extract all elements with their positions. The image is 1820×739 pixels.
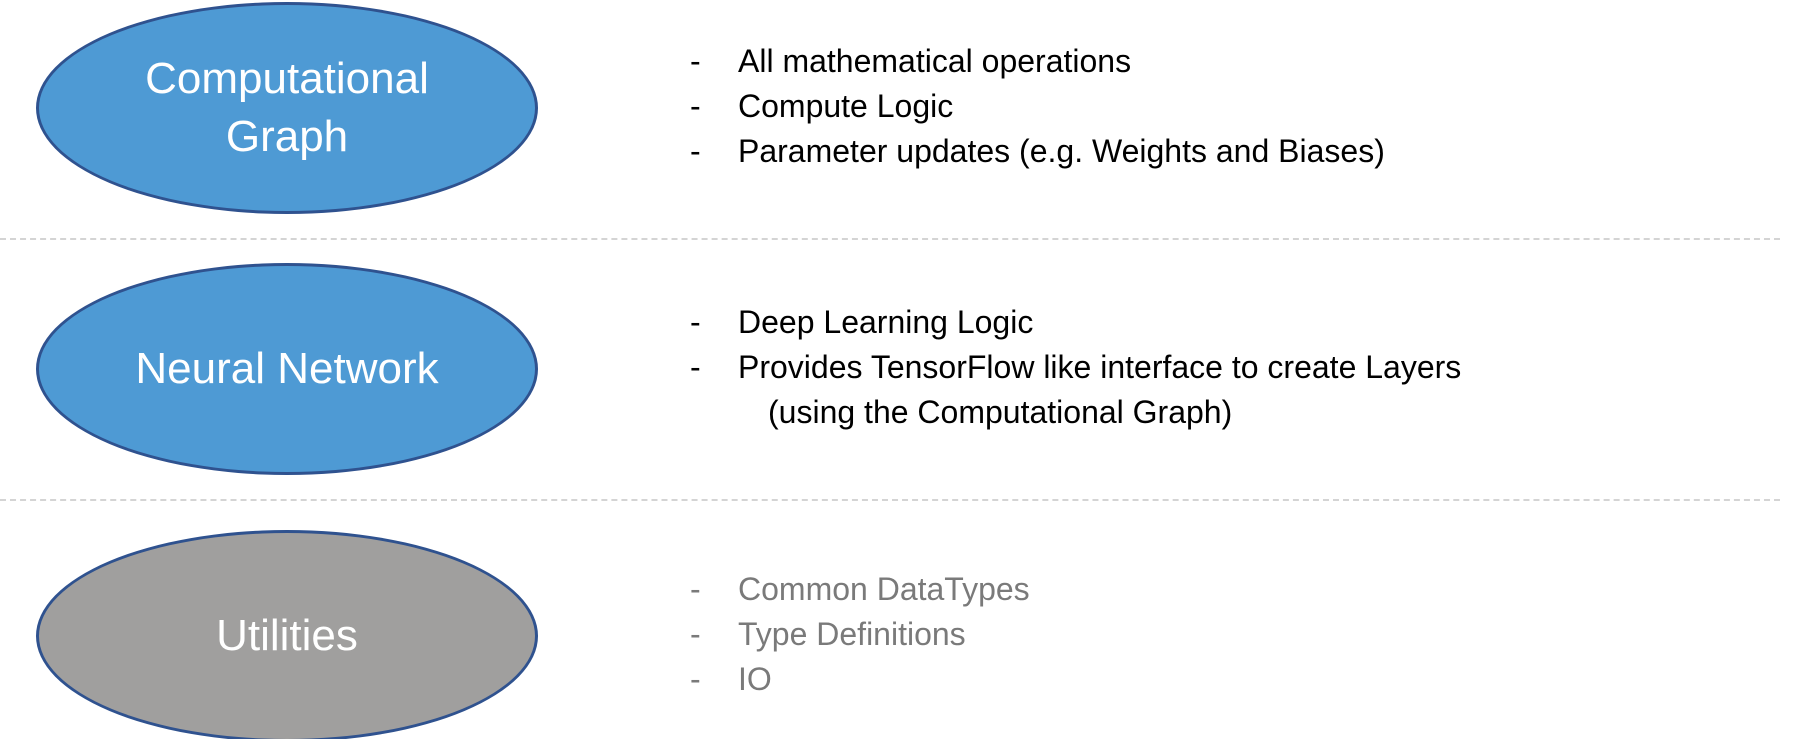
list-item-continuation: (using the Computational Graph)	[768, 394, 1233, 430]
bullet-dash: -	[690, 661, 701, 697]
list-item: - Provides TensorFlow like interface to c…	[690, 345, 1461, 390]
utilities-title: Utilities	[216, 607, 358, 665]
bullet-text: All mathematical operations	[738, 43, 1132, 79]
bullet-dash: -	[690, 88, 701, 124]
bullet-dash: -	[690, 571, 701, 607]
list-item: - IO	[690, 657, 1030, 702]
bullet-dash: -	[690, 349, 701, 385]
bullet-dash: -	[690, 616, 701, 652]
computational-graph-title-line1: Computational	[145, 54, 429, 103]
computational-graph-bullet-list: - All mathematical operations - Compute Lo…	[690, 39, 1385, 174]
neural-network-ellipse: Neural Network	[36, 263, 538, 475]
bullet-text: Common DataTypes	[738, 571, 1030, 607]
bullet-text: IO	[738, 661, 772, 697]
bullet-text: Type Definitions	[738, 616, 966, 652]
row-divider	[0, 238, 1780, 240]
utilities-bullet-list: - Common DataTypes - Type Definitions - IO	[690, 567, 1030, 702]
bullet-text: Provides TensorFlow like interface to cr…	[738, 349, 1462, 385]
list-item: - Common DataTypes	[690, 567, 1030, 612]
list-item: - Parameter updates (e.g. Weights and Bia…	[690, 129, 1385, 174]
bullet-text: Parameter updates (e.g. Weights and Bias…	[738, 133, 1385, 169]
neural-network-title-line1: Neural Network	[135, 344, 439, 393]
computational-graph-ellipse: Computational Graph	[36, 2, 538, 214]
list-item: - Deep Learning Logic	[690, 300, 1461, 345]
bullet-text: Deep Learning Logic	[738, 304, 1034, 340]
bullet-text: Compute Logic	[738, 88, 954, 124]
row-divider	[0, 499, 1780, 501]
utilities-ellipse: Utilities	[36, 530, 538, 739]
neural-network-title: Neural Network	[135, 340, 438, 398]
bullet-dash: -	[690, 304, 701, 340]
list-item: - Type Definitions	[690, 612, 1030, 657]
computational-graph-title-line2: Graph	[225, 112, 349, 161]
computational-graph-title: Computational Graph	[145, 50, 429, 166]
list-item: - Compute Logic	[690, 84, 1385, 129]
neural-network-bullet-list: - Deep Learning Logic - Provides TensorFlo…	[690, 300, 1461, 435]
utilities-title-line1: Utilities	[216, 611, 358, 660]
bullet-dash: -	[690, 133, 701, 169]
layer-diagram: Computational Graph - All mathematical op…	[0, 0, 1820, 739]
list-item: - All mathematical operations	[690, 39, 1385, 84]
bullet-dash: -	[690, 43, 701, 79]
